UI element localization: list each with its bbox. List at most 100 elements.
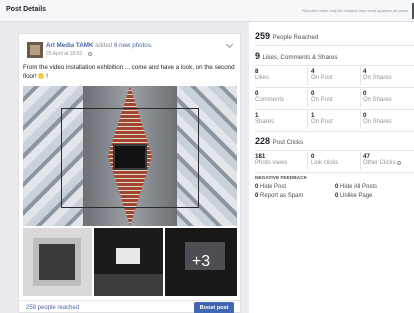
shares-total-value: 1: [255, 112, 259, 119]
post-action-text: added: [93, 42, 114, 49]
post-stats-panel: 259 People Reached 9 Likes, Comments & S…: [255, 22, 414, 313]
hide-all-posts-value: 0: [335, 184, 339, 190]
divider: [255, 131, 414, 132]
post-clicks-value: 228: [255, 136, 271, 146]
divider: [360, 67, 361, 85]
shares-total-label: Shares: [255, 119, 275, 125]
other-clicks-label: Other Clicks: [363, 160, 402, 167]
photo-video-screen: [113, 144, 147, 170]
divider: [360, 89, 361, 107]
other-clicks: 47 Other Clicks: [363, 153, 402, 167]
comments-on-post: 0 On Post: [311, 90, 333, 104]
reach-stat: 259 People Reached: [255, 31, 318, 41]
divider: [255, 172, 414, 173]
post-card: Art Media TAMK added 6 new photos. 25 Ap…: [18, 33, 241, 313]
shares-on-post-value: 1: [311, 112, 315, 119]
report-spam-label: Report as Spam: [260, 193, 304, 199]
divider: [307, 67, 308, 85]
chevron-down-icon[interactable]: [225, 40, 234, 49]
globe-icon: [87, 51, 92, 56]
post-author-link[interactable]: Art Media TAMK: [46, 42, 93, 49]
stats-delay-notice: Reported stats may be delayed from what …: [302, 8, 408, 13]
new-photos-link[interactable]: 6 new photos.: [114, 42, 153, 49]
other-clicks-value: 47: [363, 153, 370, 160]
thumbnail-lightbox: [116, 248, 140, 264]
shares-on-post: 1 On Post: [311, 112, 333, 126]
boost-post-button[interactable]: Boost post: [194, 302, 234, 313]
likes-on-post: 4 On Post: [311, 68, 333, 82]
likes-total: 8 Likes: [255, 68, 269, 82]
shares-on-shares-value: 0: [363, 112, 367, 119]
page-title: Post Details: [6, 6, 47, 13]
other-clicks-label-text: Other Clicks: [363, 160, 396, 166]
divider: [255, 87, 414, 88]
report-spam-value: 0: [255, 193, 259, 199]
info-icon[interactable]: [397, 160, 402, 165]
engagement-stat: 9 Likes, Comments & Shares: [255, 51, 338, 61]
link-clicks-label: Link clicks: [311, 160, 339, 166]
smile-emoji-icon: [38, 72, 45, 79]
post-text: From the video installation exhibition .…: [23, 64, 235, 81]
unlike-page-value: 0: [335, 193, 339, 199]
reach-label: People Reached: [272, 34, 319, 41]
report-spam-stat: 0 Report as Spam: [255, 193, 303, 199]
hide-post-stat: 0 Hide Post: [255, 184, 286, 190]
comments-total-value: 0: [255, 90, 259, 97]
hide-post-value: 0: [255, 184, 259, 190]
comments-on-post-value: 0: [311, 90, 315, 97]
post-text-body: From the video installation exhibition .…: [23, 64, 235, 80]
shares-on-shares: 0 On Shares: [363, 112, 392, 126]
photo-thumbnail[interactable]: [23, 228, 92, 296]
photo-views-label: Photo views: [255, 160, 288, 166]
comments-on-post-label: On Post: [311, 97, 333, 103]
engagement-label: Likes, Comments & Shares: [262, 54, 338, 61]
divider: [307, 89, 308, 107]
likes-total-label: Likes: [255, 75, 270, 81]
divider: [255, 65, 414, 66]
divider: [19, 300, 240, 301]
shares-on-post-label: On Post: [311, 119, 333, 125]
link-clicks-value: 0: [311, 153, 315, 160]
photo-views-value: 181: [255, 153, 266, 160]
likes-on-post-value: 4: [311, 68, 315, 75]
photo-thumbnail-more[interactable]: +3: [165, 228, 237, 296]
photo-thumbnail[interactable]: [94, 228, 163, 296]
unlike-page-label: Unlike Page: [340, 193, 373, 199]
divider: [255, 109, 414, 110]
more-photos-count: +3: [165, 228, 237, 296]
post-clicks-label: Post Clicks: [272, 139, 304, 146]
post-date-text[interactable]: 25 April at 18:02 ·: [46, 51, 87, 57]
unlike-page-stat: 0 Unlike Page: [335, 193, 372, 199]
likes-on-shares-label: On Shares: [363, 75, 392, 81]
post-text-suffix: !: [46, 72, 48, 80]
divider: [255, 45, 414, 46]
post-date: 25 April at 18:02 ·: [46, 51, 92, 57]
comments-total: 0 Comments: [255, 90, 284, 104]
people-reached-link[interactable]: 259 people reached: [26, 305, 79, 311]
divider: [307, 152, 308, 170]
divider: [360, 111, 361, 129]
post-author-line: Art Media TAMK added 6 new photos.: [46, 42, 153, 49]
shares-total: 1 Shares: [255, 112, 274, 126]
likes-on-shares-value: 4: [363, 68, 367, 75]
comments-on-shares-value: 0: [363, 90, 367, 97]
hide-post-label: Hide Post: [260, 184, 287, 190]
engagement-value: 9: [255, 51, 261, 61]
avatar[interactable]: [27, 42, 43, 58]
thumbnail-room: [33, 238, 81, 286]
comments-on-shares-label: On Shares: [363, 97, 392, 103]
likes-on-shares: 4 On Shares: [363, 68, 392, 82]
likes-on-post-label: On Post: [311, 75, 333, 81]
divider: [307, 111, 308, 129]
comments-on-shares: 0 On Shares: [363, 90, 392, 104]
photo-views: 181 Photo views: [255, 153, 287, 167]
divider: [255, 150, 414, 151]
thumbnail-floor: [94, 274, 163, 296]
hide-all-posts-label: Hide All Posts: [340, 184, 378, 190]
shares-on-shares-label: On Shares: [363, 119, 392, 125]
likes-total-value: 8: [255, 68, 259, 75]
link-clicks: 0 Link clicks: [311, 153, 338, 167]
negative-feedback-heading: NEGATIVE FEEDBACK: [255, 176, 308, 181]
post-clicks-stat: 228 Post Clicks: [255, 136, 303, 146]
main-photo[interactable]: [23, 86, 237, 226]
